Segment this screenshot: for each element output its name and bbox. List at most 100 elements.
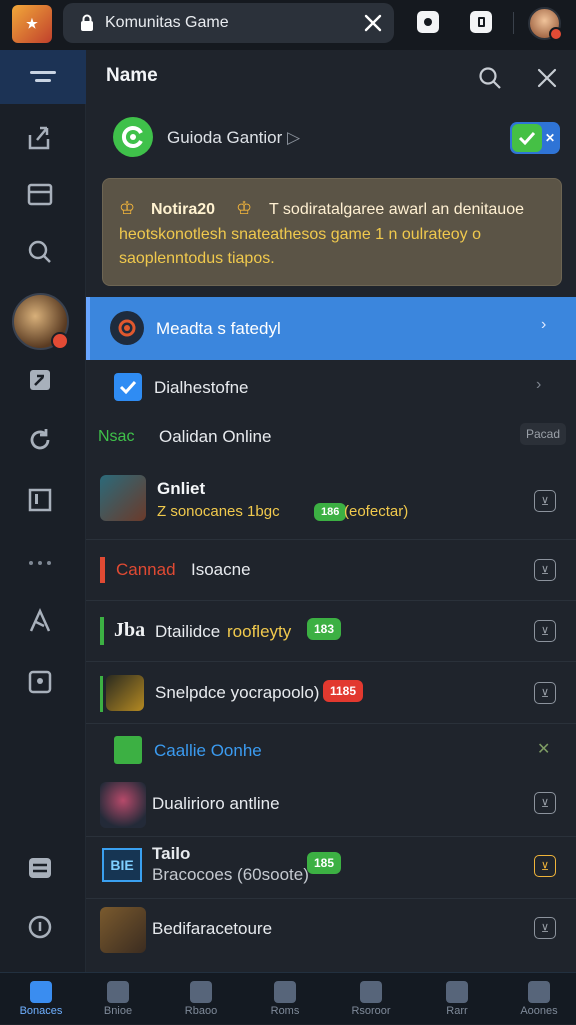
nav-account[interactable]: Aoones <box>498 973 576 1025</box>
avatar-badge <box>51 332 69 350</box>
status-badge: 1185 <box>323 680 364 702</box>
open-icon[interactable]: ⊻ <box>534 559 556 581</box>
profile-avatar[interactable] <box>528 7 563 41</box>
notice-card: ♔ Notira20 ♔ T sodiratalgaree awarl an d… <box>102 178 562 286</box>
user-icon <box>528 981 550 1003</box>
chevron-right-icon: › <box>541 316 547 333</box>
close-icon[interactable]: ✕ <box>537 739 550 759</box>
crown-icon: ♔ <box>236 198 253 218</box>
open-icon[interactable]: ⊻ <box>534 917 556 939</box>
menu-icon <box>30 71 56 82</box>
nav-label: Rbaoo <box>184 1005 218 1017</box>
app-logo-icon[interactable]: ★ <box>12 5 52 43</box>
list-item[interactable]: BIE Tailo Bracocoes (60soote) 185 ⊻ <box>86 837 576 899</box>
notification-dot <box>549 27 563 41</box>
nav-groups[interactable]: Bnioe <box>77 973 159 1025</box>
record-icon[interactable] <box>417 11 439 33</box>
browser-top-bar: ★ Komunitas Game <box>0 0 576 50</box>
bottom-navigation: Bonaces Bnioe Rbaoo Roms Rsoroor Rarr Ao… <box>0 972 576 1024</box>
edit-icon[interactable] <box>25 365 55 395</box>
game-thumbnail <box>100 907 146 953</box>
address-bar[interactable]: Komunitas Game <box>63 3 394 43</box>
open-icon[interactable]: ⊻ <box>534 682 556 704</box>
nav-home[interactable]: Bonaces <box>0 973 82 1025</box>
guide-label: Guioda Gantior ▷ <box>167 128 300 148</box>
guide-row[interactable]: Guioda Gantior ▷ ✕ <box>86 112 576 166</box>
chevron-right-icon: ▷ <box>287 128 301 147</box>
item-label-yellow: roofleyty <box>227 622 292 641</box>
lock-icon <box>81 14 93 31</box>
nav-settings[interactable]: Rbaoo <box>160 973 242 1025</box>
item-title: Tailo <box>152 844 191 863</box>
close-icon[interactable] <box>361 11 385 35</box>
user-avatar[interactable] <box>12 293 69 350</box>
list-item[interactable]: Caallie Oonhe ✕ <box>86 724 576 776</box>
nav-feed[interactable]: Rarr <box>416 973 498 1025</box>
open-icon[interactable]: ⊻ <box>534 620 556 642</box>
guide-toggle[interactable]: ✕ <box>510 122 560 154</box>
share-icon[interactable] <box>25 123 55 153</box>
game-thumbnail <box>106 675 144 711</box>
list-item[interactable]: Jba Dtailidce roofleyty 183 ⊻ <box>86 601 576 662</box>
nav-recorder[interactable]: Rsoroor <box>330 973 412 1025</box>
nav-label: Bnioe <box>103 1005 133 1017</box>
notice-line-2: heotskonotlesh snateathesos game 1 n oul… <box>119 226 482 243</box>
list-item[interactable]: Dualirioro antline ⊻ <box>86 776 576 837</box>
tabs-icon[interactable] <box>470 11 492 33</box>
nav-label: Bonaces <box>19 1005 63 1017</box>
status-bar-green <box>100 617 104 645</box>
section-prefix: Nsac <box>98 428 135 445</box>
item-subtitle: Bracocoes (60soote) <box>152 865 309 884</box>
frame-icon[interactable] <box>25 485 55 515</box>
section-tag: Pacad <box>520 423 567 445</box>
list-item-highlighted[interactable]: Meadta s fatedyl › <box>86 297 576 360</box>
more-icon[interactable] <box>25 548 55 578</box>
open-icon[interactable]: ⊻ <box>534 855 556 877</box>
chevron-right-icon: › <box>536 376 542 393</box>
list-item[interactable]: Gnliet Z sonocanes 1bgc 186 (eofectar) ⊻ <box>86 465 576 540</box>
nav-label: Rarr <box>446 1005 468 1017</box>
window-icon[interactable] <box>25 180 55 210</box>
item-label: Meadta s fatedyl <box>156 319 281 338</box>
item-label: Isoacne <box>191 560 251 579</box>
checkbox-checked[interactable] <box>114 373 142 401</box>
home-icon <box>30 981 52 1003</box>
list-icon[interactable] <box>25 853 55 883</box>
status-bar-red <box>100 557 105 583</box>
list-item[interactable]: Cannad Isoacne ⊻ <box>86 540 576 601</box>
open-icon[interactable]: ⊻ <box>534 792 556 814</box>
nav-rooms[interactable]: Roms <box>244 973 326 1025</box>
photo-icon[interactable] <box>25 667 55 697</box>
panel-title: Name <box>106 65 158 86</box>
close-icon: ✕ <box>545 131 556 145</box>
close-icon[interactable] <box>534 65 560 91</box>
glasses-icon <box>360 981 382 1003</box>
search-icon[interactable] <box>477 65 503 91</box>
gear-icon <box>110 311 144 345</box>
item-title: Gnliet <box>157 479 206 498</box>
chat-icon <box>274 981 296 1003</box>
guide-label-text: Guioda Gantior <box>167 128 283 147</box>
route-icon[interactable] <box>25 606 55 636</box>
address-text: Komunitas Game <box>105 14 229 31</box>
item-label: Dialhestofne <box>154 378 249 397</box>
refresh-icon[interactable] <box>25 425 55 455</box>
menu-button[interactable] <box>0 50 86 104</box>
status-badge: 185 <box>307 852 342 874</box>
game-logo-icon <box>113 117 153 157</box>
nav-label: Rsoroor <box>351 1005 391 1017</box>
info-icon[interactable] <box>25 912 55 942</box>
search-icon[interactable] <box>25 237 55 267</box>
item-extra: (eofectar) <box>344 503 409 520</box>
list-item[interactable]: Snelpdce yocrapoolo) 1185 ⊻ <box>86 662 576 724</box>
game-thumbnail <box>100 782 146 828</box>
item-label: Dualirioro antline <box>152 794 280 813</box>
groups-icon <box>107 981 129 1003</box>
toolbar-divider <box>513 12 514 34</box>
section-header: Nsac Oalidan Online Pacad <box>86 416 576 458</box>
list-item-checkbox[interactable]: Dialhestofne › <box>86 360 576 416</box>
open-icon[interactable]: ⊻ <box>534 490 556 512</box>
item-logo: Jba <box>114 619 146 641</box>
status-badge: 183 <box>307 618 342 640</box>
list-item[interactable]: Bedifaracetoure ⊻ <box>86 899 576 972</box>
